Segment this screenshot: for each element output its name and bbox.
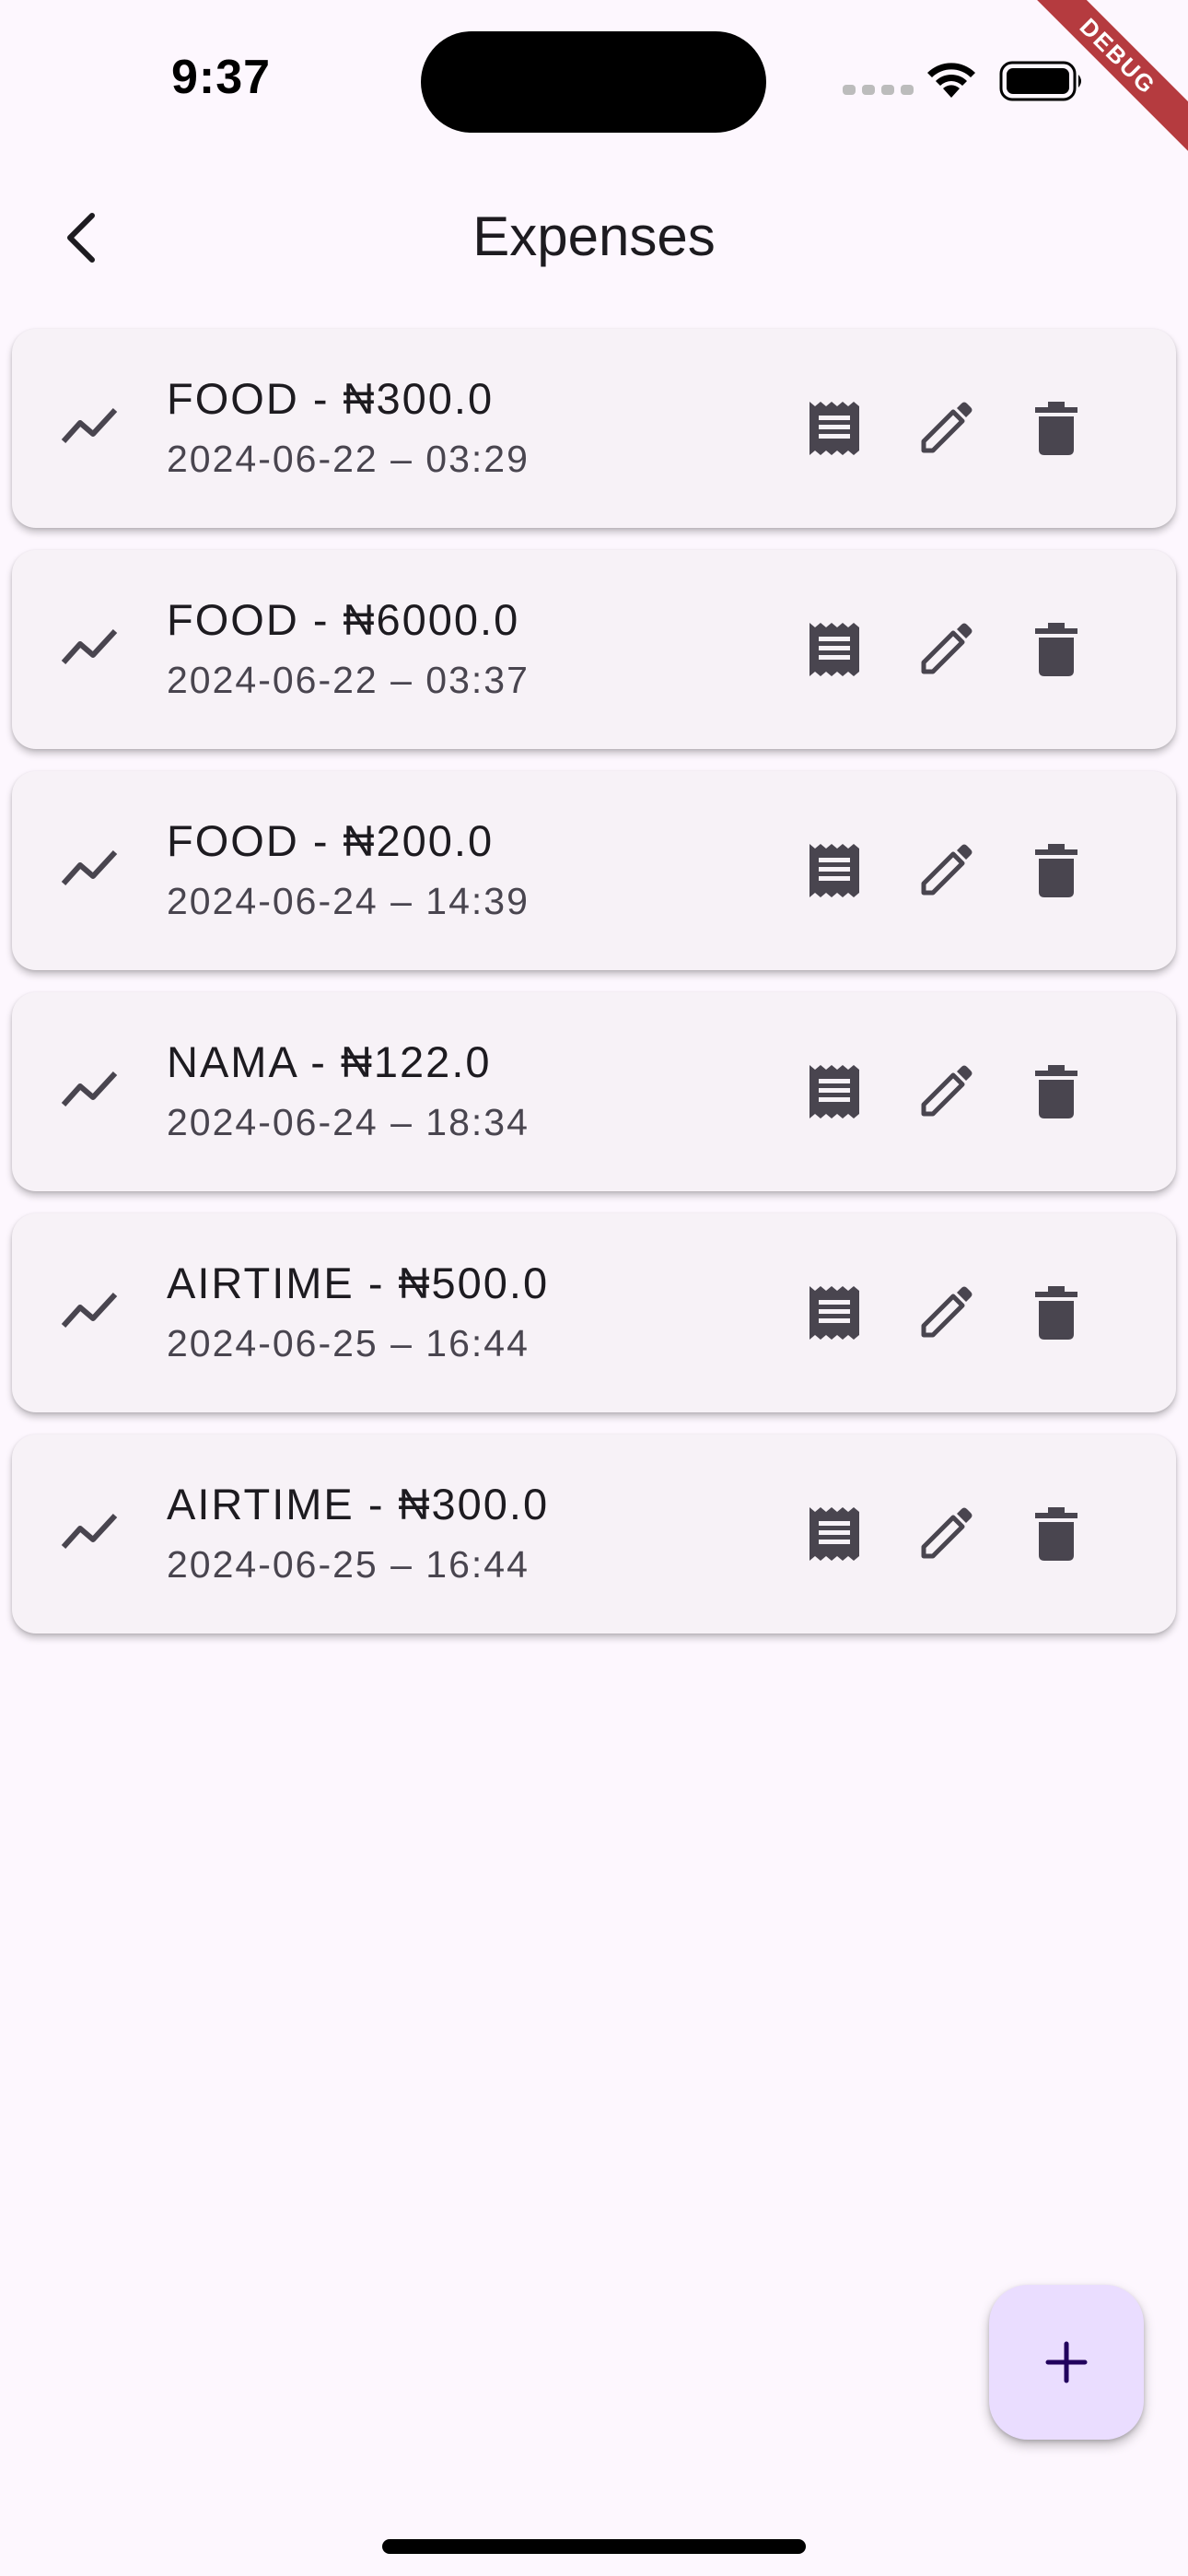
status-time: 9:37 [171, 51, 272, 104]
edit-button[interactable] [902, 1490, 990, 1578]
receipt-icon [809, 402, 859, 455]
trash-icon [1035, 1507, 1077, 1561]
trash-icon [1035, 1286, 1077, 1340]
receipt-icon [809, 1065, 859, 1118]
add-expense-button[interactable] [989, 2285, 1144, 2440]
expense-title: NAMA - ₦122.0 [167, 1037, 492, 1086]
expense-date: 2024-06-25 – 16:44 [167, 1543, 530, 1586]
pencil-icon [921, 1065, 973, 1117]
pencil-icon [921, 1286, 973, 1338]
battery-icon [999, 61, 1081, 101]
edit-button[interactable] [902, 826, 990, 915]
trending-up-icon [61, 407, 118, 444]
expense-date: 2024-06-22 – 03:29 [167, 438, 530, 480]
expense-card[interactable]: AIRTIME - ₦500.0 2024-06-25 – 16:44 [12, 1213, 1176, 1412]
expense-date: 2024-06-25 – 16:44 [167, 1322, 530, 1364]
delete-button[interactable] [1012, 605, 1101, 694]
edit-button[interactable] [902, 1269, 990, 1357]
receipt-icon [809, 1286, 859, 1340]
expense-date: 2024-06-22 – 03:37 [167, 659, 530, 701]
pencil-icon [921, 1507, 973, 1559]
expense-card[interactable]: NAMA - ₦122.0 2024-06-24 – 18:34 [12, 992, 1176, 1191]
receipt-button[interactable] [790, 826, 879, 915]
trending-up-icon [61, 1071, 118, 1107]
edit-button[interactable] [902, 384, 990, 473]
expense-card[interactable]: FOOD - ₦200.0 2024-06-24 – 14:39 [12, 771, 1176, 970]
expenses-screen: 9:37 DEBUG Expenses FOOD - ₦300.0 2024-0… [0, 0, 1188, 2576]
expense-title: AIRTIME - ₦500.0 [167, 1259, 550, 1307]
expense-card[interactable]: AIRTIME - ₦300.0 2024-06-25 – 16:44 [12, 1434, 1176, 1633]
delete-button[interactable] [1012, 1269, 1101, 1357]
edit-button[interactable] [902, 605, 990, 694]
pencil-icon [921, 844, 973, 896]
expense-title: FOOD - ₦300.0 [167, 374, 495, 423]
trending-up-icon [61, 628, 118, 665]
receipt-button[interactable] [790, 1269, 879, 1357]
trash-icon [1035, 1065, 1077, 1118]
trash-icon [1035, 844, 1077, 897]
trending-up-icon [61, 849, 118, 886]
trash-icon [1035, 623, 1077, 676]
delete-button[interactable] [1012, 1048, 1101, 1136]
expense-date: 2024-06-24 – 18:34 [167, 1101, 530, 1143]
expense-list: FOOD - ₦300.0 2024-06-22 – 03:29 FOOD - … [12, 329, 1176, 1656]
receipt-icon [809, 844, 859, 897]
delete-button[interactable] [1012, 1490, 1101, 1578]
receipt-button[interactable] [790, 1048, 879, 1136]
trending-up-icon [61, 1292, 118, 1329]
expense-title: AIRTIME - ₦300.0 [167, 1480, 550, 1528]
cellular-signal-icon [843, 85, 914, 95]
trending-up-icon [61, 1513, 118, 1550]
pencil-icon [921, 402, 973, 453]
expense-card[interactable]: FOOD - ₦300.0 2024-06-22 – 03:29 [12, 329, 1176, 528]
expense-title: FOOD - ₦6000.0 [167, 595, 520, 644]
plus-icon [1045, 2341, 1088, 2383]
receipt-button[interactable] [790, 384, 879, 473]
receipt-icon [809, 623, 859, 676]
expense-date: 2024-06-24 – 14:39 [167, 880, 530, 922]
page-title: Expenses [472, 205, 716, 267]
edit-button[interactable] [902, 1048, 990, 1136]
trash-icon [1035, 402, 1077, 455]
delete-button[interactable] [1012, 826, 1101, 915]
receipt-icon [809, 1507, 859, 1561]
pencil-icon [921, 623, 973, 674]
delete-button[interactable] [1012, 384, 1101, 473]
receipt-button[interactable] [790, 1490, 879, 1578]
expense-card[interactable]: FOOD - ₦6000.0 2024-06-22 – 03:37 [12, 550, 1176, 749]
wifi-icon [927, 63, 975, 98]
receipt-button[interactable] [790, 605, 879, 694]
home-indicator [382, 2539, 806, 2554]
expense-title: FOOD - ₦200.0 [167, 816, 495, 865]
dynamic-island [421, 31, 766, 133]
